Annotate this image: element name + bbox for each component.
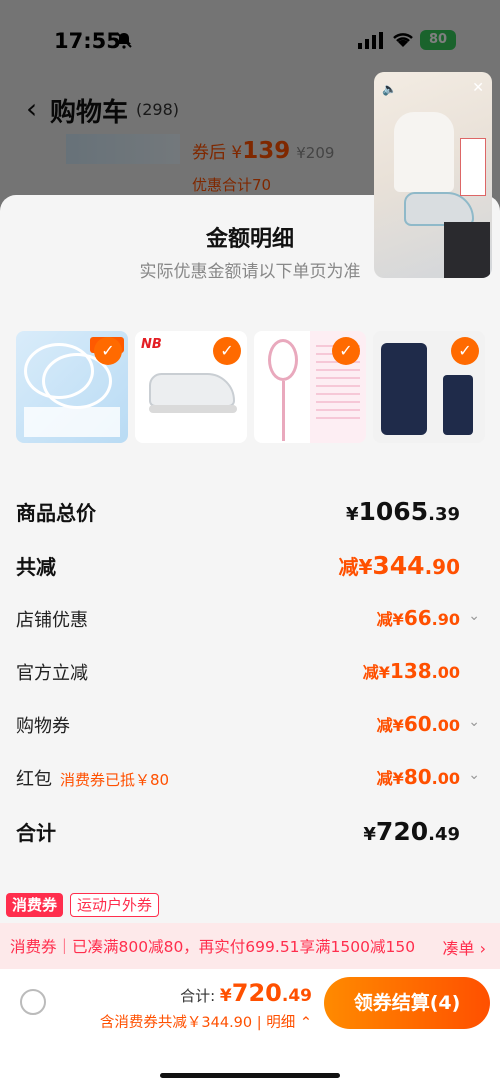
product-total-row: 商品总价 ¥1065.39 [16,497,484,529]
red-packet-note: 消费券已抵￥80 [60,771,170,789]
checkout-button[interactable]: 领券结算(4) [324,977,490,1029]
chevron-down-icon[interactable]: ⌄ [468,714,480,730]
official-discount-value: 减¥138.00 [362,659,460,683]
close-icon[interactable]: ✕ [472,80,484,96]
check-icon[interactable]: ✓ [213,337,241,365]
select-all-checkbox[interactable] [20,989,46,1015]
grand-total-row: 合计 ¥720.49 [16,817,484,849]
check-icon[interactable]: ✓ [332,337,360,365]
coupon-tags: 消费券 运动户外券 [0,889,500,919]
coupon-value: 减¥60.00 [376,712,460,736]
official-discount-row: 官方立减 减¥138.00 [16,659,484,691]
product-thumb-pants[interactable]: ✓ [373,331,485,443]
grand-total-value: ¥720.49 [363,817,460,846]
checkout-total: 合计: ¥720.49 [180,979,312,1007]
video-shoe [404,192,474,226]
total-reduced-row: 共减 减¥344.90 [16,551,484,583]
grand-total-label: 合计 [16,821,56,845]
red-packet-row[interactable]: 红包 消费券已抵￥80 减¥80.00 ⌄ [16,765,484,797]
sports-coupon-tag[interactable]: 运动户外券 [70,893,160,917]
nb-logo: NB [141,337,162,352]
sound-icon[interactable]: 🔈 [382,82,397,96]
promo-text: 消费券｜已凑满800减80，再实付699.51享满1500减150 [10,938,416,956]
check-icon[interactable]: ✓ [94,337,122,365]
product-total-label: 商品总价 [16,501,96,525]
product-thumbnails: ✓ NB ✓ ✓ ✓ [16,331,486,443]
coupon-row[interactable]: 购物券 减¥60.00 ⌄ [16,712,484,744]
video-card [460,138,486,196]
checkout-subtotal-detail[interactable]: 含消费券共减￥344.90 | 明细 ⌃ [100,1011,312,1032]
product-total-value: ¥1065.39 [345,497,460,526]
product-thumb-badminton-racket[interactable]: ✓ [254,331,366,443]
promo-banner[interactable]: 消费券｜已凑满800减80，再实付699.51享满1500减150 凑单 › [0,923,500,969]
shop-discount-value: 减¥66.90 [376,606,460,630]
product-thumb-rackets[interactable]: ✓ [16,331,128,443]
checkout-bar: 合计: ¥720.49 含消费券共减￥344.90 | 明细 ⌃ 领券结算(4) [0,969,500,1087]
video-person [394,112,454,192]
floating-video[interactable]: 🔈 ✕ [374,72,492,278]
red-packet-value: 减¥80.00 [376,765,460,789]
add-items-link[interactable]: 凑单 › [443,935,487,959]
coupon-label: 购物券 [16,716,70,737]
check-icon[interactable]: ✓ [451,337,479,365]
amount-detail-sheet: 金额明细 实际优惠金额请以下单页为准 ✓ NB ✓ ✓ ✓ 商品总价 ¥1065… [0,195,500,1087]
consumer-coupon-tag[interactable]: 消费券 [6,893,64,917]
total-reduced-value: 减¥344.90 [338,551,460,580]
chevron-down-icon[interactable]: ⌄ [468,608,480,624]
shop-discount-row[interactable]: 店铺优惠 减¥66.90 ⌄ [16,606,484,638]
home-indicator [160,1073,340,1078]
official-discount-label: 官方立减 [16,663,88,684]
shop-discount-label: 店铺优惠 [16,610,88,631]
product-thumb-sneaker[interactable]: NB ✓ [135,331,247,443]
total-reduced-label: 共减 [16,555,56,579]
video-pants [444,222,490,278]
chevron-down-icon[interactable]: ⌄ [468,767,480,783]
red-packet-label: 红包 消费券已抵￥80 [16,769,170,790]
